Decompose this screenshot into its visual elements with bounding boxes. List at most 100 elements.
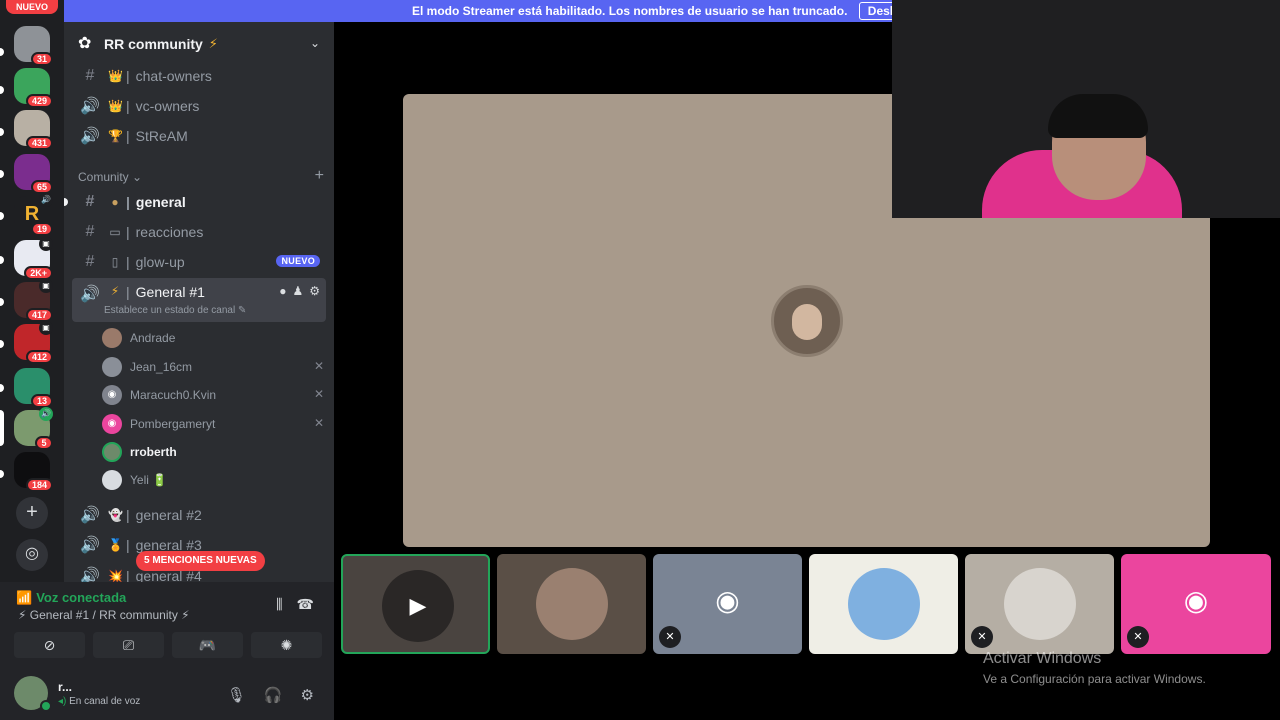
discover-icon[interactable]: ◎ — [16, 539, 48, 571]
camera-icon: ▣ — [39, 279, 53, 293]
participant-avatar — [536, 568, 608, 640]
server-3[interactable]: 431 — [14, 110, 53, 150]
voice-user[interactable]: ◉ Maracuch0.Kvin ✕ — [102, 382, 324, 408]
participant-tile[interactable]: ◉ ✕ — [653, 554, 802, 654]
chevron-down-icon: ⌄ — [132, 170, 143, 184]
guild-header[interactable]: ✿ RR community ⚡ ⌄ — [64, 22, 334, 66]
mic-muted-icon: ✕ — [659, 626, 681, 648]
camera-off-button[interactable]: ⊘ — [14, 632, 85, 658]
server-badge: 429 — [25, 94, 53, 108]
participant-tile[interactable]: ▶ — [341, 554, 490, 654]
mic-muted-icon: ✕ — [971, 626, 993, 648]
hash-icon: # — [85, 223, 95, 240]
user-name: Jean_16cm — [130, 360, 193, 374]
server-5[interactable]: R 🔊 19 — [14, 193, 53, 236]
server-badge: 31 — [30, 52, 53, 66]
channel-chat-owners[interactable]: # 👑 | chat-owners — [72, 62, 326, 90]
webcam-figure-hair — [1048, 94, 1148, 138]
voice-user[interactable]: ◉ Pombergameryt ✕ — [102, 411, 324, 437]
separator: | — [126, 568, 130, 582]
server-7[interactable]: ▣ 417 — [14, 279, 53, 322]
chat-bubble-icon[interactable]: ● — [279, 284, 286, 298]
voice-channel-general-1[interactable]: 🔊 ⚡ | General #1 ● ♟ ⚙ Establece un esta… — [72, 278, 326, 322]
gear-icon[interactable]: ⚙ — [301, 686, 314, 704]
server-badge: 65 — [30, 180, 53, 194]
participant-tile[interactable] — [809, 554, 958, 654]
headphones-icon[interactable]: 🎧 — [264, 686, 283, 704]
participant-tiles: ▶ ◉ ✕ ✕ ◉ ✕ — [341, 554, 1271, 654]
server-11[interactable]: 184 — [14, 452, 53, 492]
server-8[interactable]: ▣ 412 — [14, 321, 53, 364]
avatar — [102, 357, 122, 377]
channel-actions: ● ♟ ⚙ — [279, 284, 320, 298]
voice-user[interactable]: Jean_16cm ✕ — [102, 354, 324, 380]
channel-name: general #2 — [135, 507, 202, 523]
channel-name: reacciones — [135, 224, 204, 240]
camera-icon: ▣ — [39, 237, 53, 251]
invite-member-icon[interactable]: ♟ — [292, 284, 303, 298]
speaker-icon: 🔊 — [80, 507, 100, 524]
avatar — [102, 328, 122, 348]
server-9[interactable]: 13 — [14, 368, 53, 408]
channel-general[interactable]: # ● | general — [72, 188, 326, 216]
channel-reacciones[interactable]: # ▭ | reacciones — [72, 218, 326, 246]
voice-status-text: Voz conectada — [36, 590, 127, 605]
server-pip — [0, 48, 4, 56]
discord-logo-icon: ◉ — [1183, 585, 1209, 616]
add-server-button[interactable]: + — [16, 497, 48, 529]
voice-user-speaking[interactable]: rroberth — [102, 439, 324, 465]
server-6[interactable]: ▣ 2K+ — [14, 237, 53, 280]
new-pill[interactable]: NUEVO — [6, 0, 58, 14]
participant-tile[interactable] — [497, 554, 646, 654]
voice-channel-link[interactable]: ⚡ General #1 / RR community ⚡ — [18, 608, 190, 622]
server-pip — [0, 170, 4, 178]
channel-stream[interactable]: 🔊 🏆 | StReAM — [72, 122, 326, 150]
user-name: Andrade — [130, 331, 176, 345]
soundboard-button[interactable]: ✺ — [251, 632, 322, 658]
voice-user[interactable]: Yeli 🔋 — [102, 467, 324, 493]
create-channel-button[interactable]: + — [315, 167, 324, 185]
speaker-icon: 🔊 — [80, 537, 100, 554]
server-badge: 184 — [25, 478, 53, 492]
participant-avatar — [848, 568, 920, 640]
channel-name: glow-up — [135, 254, 185, 270]
disconnect-icon[interactable]: ☎ — [297, 596, 314, 613]
server-2[interactable]: 429 — [14, 68, 53, 108]
user-controls: 🎙 🎧 ⚙ — [227, 686, 314, 704]
noise-suppression-icon[interactable]: ⫼ — [276, 596, 282, 613]
phone-icon: ▯ — [111, 255, 119, 269]
user-status: ◂) En canal de voz — [58, 696, 140, 707]
channel-glow-up[interactable]: # ▯ | glow-up NUEVO — [72, 248, 326, 276]
chevron-down-icon[interactable]: ⌄ — [310, 36, 320, 50]
disable-streamer-button[interactable]: Deshabilita — [858, 2, 892, 20]
server-4[interactable]: 65 — [14, 154, 53, 194]
voice-speaker-icon: 🔊 — [39, 407, 53, 421]
voice-user[interactable]: Andrade — [102, 325, 324, 351]
channel-vc-owners[interactable]: 🔊 👑 | vc-owners — [72, 92, 326, 120]
channel-status-prompt[interactable]: Establece un estado de canal ✎ — [104, 305, 246, 316]
participant-tile[interactable]: ✕ — [965, 554, 1114, 654]
server-pip — [0, 256, 4, 264]
activities-button[interactable]: 🎮 — [172, 632, 243, 658]
channel-sidebar: ✿ RR community ⚡ ⌄ # 👑 | chat-owners 🔊 👑… — [64, 22, 334, 582]
microphone-icon[interactable]: 🎙 — [227, 686, 246, 704]
screen-share-button[interactable]: ⎚ — [93, 632, 164, 658]
voice-status[interactable]: 📶 Voz conectada — [16, 590, 126, 606]
watermark-title: Activar Windows — [983, 650, 1102, 667]
category-name: Comunity — [78, 170, 129, 184]
server-10[interactable]: 🔊 5 — [14, 407, 53, 450]
hash-icon: # — [85, 253, 95, 270]
server-badge: 13 — [30, 394, 53, 408]
gear-icon[interactable]: ⚙ — [309, 284, 320, 298]
participant-tile[interactable]: ◉ ✕ — [1121, 554, 1271, 654]
banner-text: El modo Streamer está habilitado. Los no… — [412, 4, 848, 18]
server-1[interactable]: 31 — [14, 26, 53, 66]
user-name[interactable]: r... — [58, 680, 72, 694]
participant-avatar — [771, 285, 843, 357]
server-pip — [0, 298, 4, 306]
new-mentions-pill[interactable]: 5 MENCIONES NUEVAS — [136, 551, 265, 571]
category-comunity[interactable]: Comunity ⌄ + — [78, 167, 324, 185]
voice-channel-general-2[interactable]: 🔊 👻 | general #2 — [72, 501, 326, 529]
crown-icon: 👑 — [108, 69, 123, 83]
channel-name: StReAM — [135, 128, 188, 144]
